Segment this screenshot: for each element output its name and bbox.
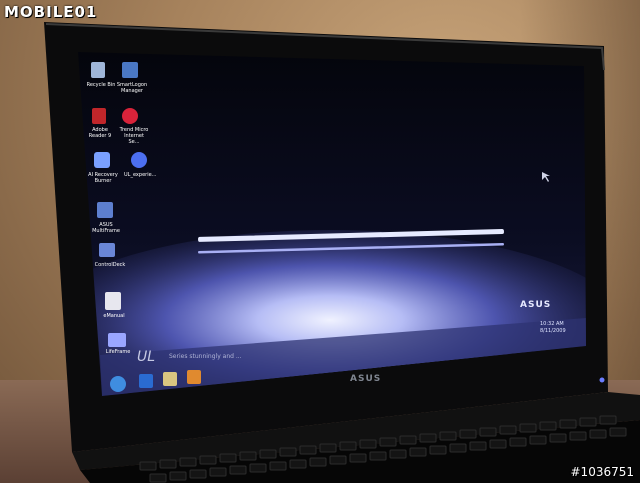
icon-label-controldeck: ControlDeck [94,262,126,268]
lifeframe-icon[interactable] [108,333,126,347]
ai-recovery-icon[interactable] [94,152,110,168]
photo-background: Recycle Bin SmartLogon Manager Adobe Rea… [0,0,640,483]
wallpaper-series: UL [137,349,156,365]
emanual-icon[interactable] [105,292,121,310]
ul-experience-icon[interactable] [131,152,147,168]
icon-label-trend-micro: Trend Micro Internet Se... [119,127,149,145]
taskbar-media-icon[interactable] [187,370,201,384]
icon-label-emanual: eManual [103,313,125,319]
icon-label-ai-recovery: AI Recovery Burner [88,172,118,184]
adobe-reader-icon[interactable] [92,108,106,124]
laptop [44,22,640,483]
multiframe-icon[interactable] [97,202,113,218]
icon-label-lifeframe: LifeFrame [105,349,131,355]
wallpaper-brand: ASUS [520,300,552,310]
icon-label-multiframe: ASUS MultiFrame [92,222,120,234]
power-led-icon [599,377,605,383]
icon-label-recycle-bin: Recycle Bin [86,82,116,88]
smartlogon-icon[interactable] [122,62,138,78]
icon-label-smartlogon: SmartLogon Manager [116,82,148,94]
tray-date[interactable]: 8/11/2009 [540,328,566,334]
icon-label-ul-experience: UL_experie... [124,172,157,178]
recycle-bin-icon[interactable] [91,62,105,78]
taskbar-ie-icon[interactable] [139,374,153,388]
icon-label-adobe: Adobe Reader 9 [88,127,112,139]
controldeck-icon[interactable] [99,243,115,257]
bezel-logo: ASUS [350,374,382,384]
start-orb-icon[interactable] [110,376,126,392]
taskbar-folder-icon[interactable] [163,372,177,386]
watermark-photo-id: #1036751 [570,465,635,479]
tray-time[interactable]: 10:32 AM [540,321,564,327]
watermark-logo: MOBILE01 [4,3,98,21]
wallpaper-tagline: Series stunningly and ... [169,353,242,360]
trend-micro-icon[interactable] [122,108,138,124]
